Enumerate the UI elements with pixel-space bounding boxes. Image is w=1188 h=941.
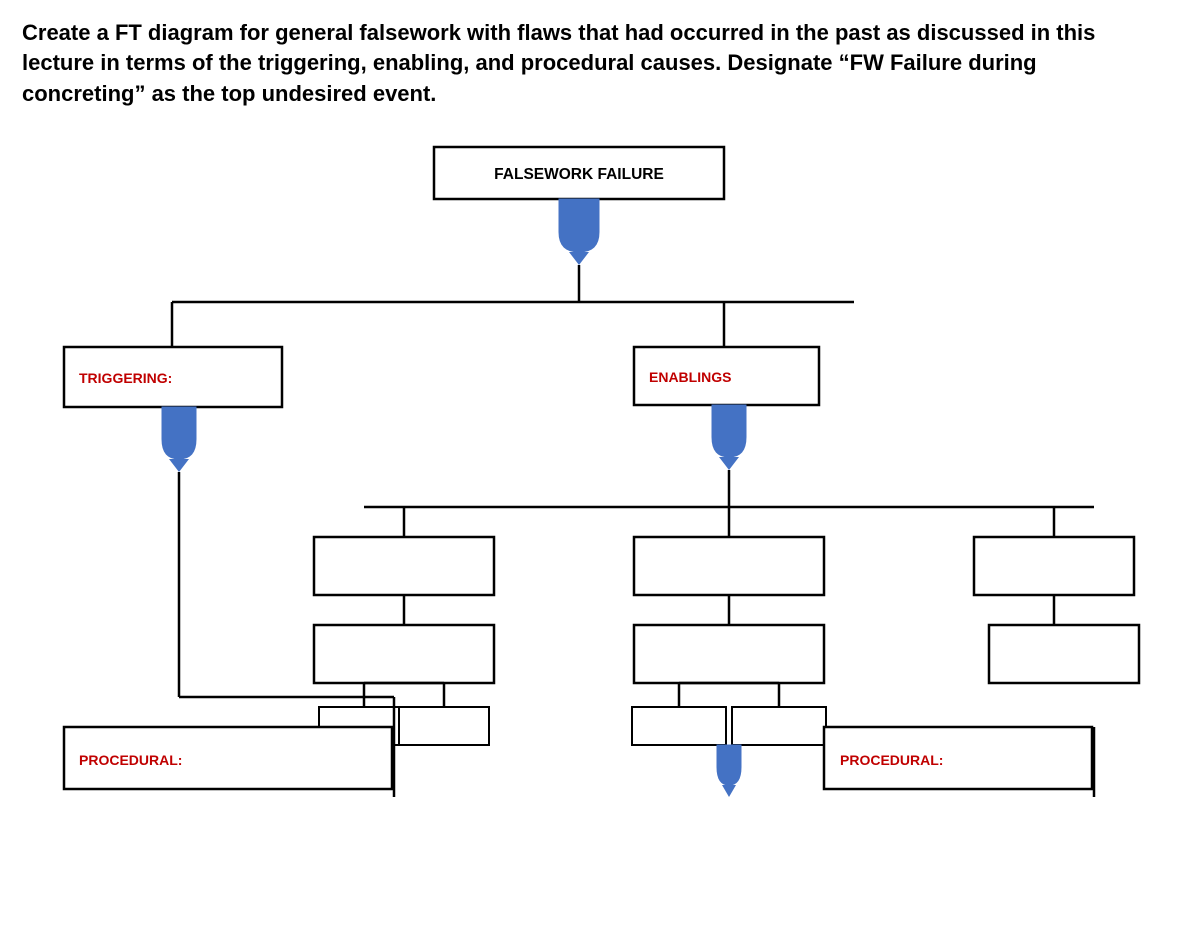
sub-box-1 [314,537,494,595]
sub-box-1b [314,625,494,683]
and-gate-triggering [162,407,196,472]
question-text: Create a FT diagram for general falsewor… [22,18,1162,109]
and-gate-center [717,745,741,797]
enablings-label: ENABLINGS [649,369,731,385]
and-gate-enablings [712,405,746,470]
top-event-label: FALSEWORK FAILURE [494,166,664,183]
triggering-label: TRIGGERING: [79,370,172,386]
and-gate-top [559,199,599,265]
ft-diagram-svg: FALSEWORK FAILURE TRIGGERING: [24,137,1164,797]
procedural-left-label: PROCEDURAL: [79,752,182,768]
sub-box-2 [634,537,824,595]
sub-box-2b [634,625,824,683]
diagram-area: FALSEWORK FAILURE TRIGGERING: [24,137,1164,797]
page: Create a FT diagram for general falsewor… [0,0,1188,941]
procedural-right-label: PROCEDURAL: [840,752,943,768]
sub-box-3 [974,537,1134,595]
sub-box-3b [989,625,1139,683]
